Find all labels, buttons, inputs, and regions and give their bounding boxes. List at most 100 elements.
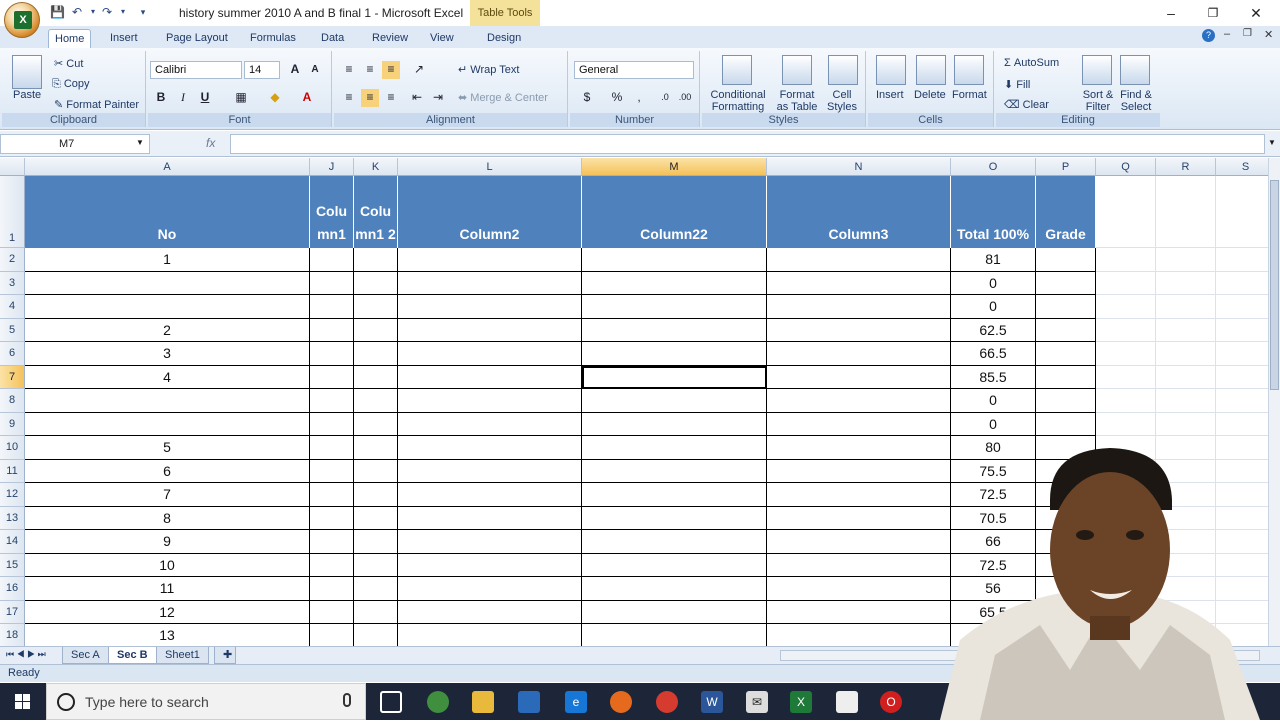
column-header-m[interactable]: M	[582, 158, 767, 176]
ribbon-minimize-icon[interactable]: –	[1224, 28, 1230, 40]
cell-k9[interactable]	[354, 412, 398, 436]
cell-k2[interactable]	[354, 248, 398, 272]
undo-icon[interactable]: ↶	[70, 5, 84, 19]
mail-icon[interactable]: ✉	[746, 691, 768, 713]
cell-j6[interactable]	[310, 342, 354, 366]
name-box[interactable]: M7	[0, 134, 150, 154]
column-header-o[interactable]: O	[951, 158, 1036, 176]
align-center-icon[interactable]: ≡	[361, 89, 379, 107]
cell-o6[interactable]: 66.5	[951, 342, 1036, 366]
format-painter-button[interactable]: ✎ Format Painter	[54, 98, 139, 111]
increase-indent-icon[interactable]: ⇥	[429, 89, 447, 107]
percent-button[interactable]: %	[608, 89, 626, 107]
cell-p5[interactable]	[1036, 318, 1096, 342]
table-header-k[interactable]: Colu mn1 2	[354, 176, 398, 248]
cell-q4[interactable]	[1096, 295, 1156, 319]
cell-j17[interactable]	[310, 600, 354, 624]
table-header-p[interactable]: Grade	[1036, 176, 1096, 248]
delete-cells-icon[interactable]	[916, 55, 946, 85]
cell-j18[interactable]	[310, 624, 354, 646]
cell-s1[interactable]	[1216, 176, 1268, 248]
cell-l9[interactable]	[398, 412, 582, 436]
cell-j8[interactable]	[310, 389, 354, 413]
fill-color-icon[interactable]: ◆	[266, 89, 284, 107]
cell-j10[interactable]	[310, 436, 354, 460]
cell-q8[interactable]	[1096, 389, 1156, 413]
undo-dropdown-icon[interactable]: ▾	[86, 5, 100, 19]
decrease-indent-icon[interactable]: ⇤	[408, 89, 426, 107]
excel-taskbar-icon[interactable]: X	[790, 691, 812, 713]
cell-m13[interactable]	[582, 506, 767, 530]
cell-a2[interactable]: 1	[25, 248, 310, 272]
save-icon[interactable]: 💾	[50, 5, 65, 19]
column-header-r[interactable]: R	[1156, 158, 1216, 176]
row-header-13[interactable]: 13	[0, 506, 25, 530]
cell-s8[interactable]	[1216, 389, 1268, 413]
column-header-k[interactable]: K	[354, 158, 398, 176]
cell-l12[interactable]	[398, 483, 582, 507]
cell-k15[interactable]	[354, 553, 398, 577]
cell-n6[interactable]	[767, 342, 951, 366]
row-header-4[interactable]: 4	[0, 295, 25, 319]
italic-button[interactable]: I	[174, 89, 192, 107]
cell-k11[interactable]	[354, 459, 398, 483]
row-header-9[interactable]: 9	[0, 412, 25, 436]
increase-decimal-icon[interactable]: .0	[656, 89, 674, 107]
close-icon[interactable]: ✕	[1245, 3, 1267, 23]
currency-button[interactable]: $	[578, 89, 596, 107]
bold-button[interactable]: B	[152, 89, 170, 107]
ribbon-restore-icon[interactable]: ❐	[1243, 28, 1252, 39]
cell-r4[interactable]	[1156, 295, 1216, 319]
format-cells-icon[interactable]	[954, 55, 984, 85]
edge-icon[interactable]: e	[565, 691, 587, 713]
cell-styles-button[interactable]: Cell Styles	[822, 89, 862, 113]
name-box-dropdown-icon[interactable]: ▼	[136, 138, 144, 147]
cut-button[interactable]: ✂ Cut	[54, 57, 83, 70]
cell-l2[interactable]	[398, 248, 582, 272]
cell-s9[interactable]	[1216, 413, 1268, 436]
cell-r2[interactable]	[1156, 248, 1216, 272]
cell-n8[interactable]	[767, 389, 951, 413]
formula-input[interactable]	[230, 134, 1265, 154]
cell-j3[interactable]	[310, 271, 354, 295]
cell-r7[interactable]	[1156, 365, 1216, 389]
tab-formulas[interactable]: Formulas	[244, 29, 302, 48]
paste-button[interactable]: Paste	[13, 89, 41, 101]
sheet-tab-sec-b[interactable]: Sec B	[108, 647, 157, 664]
row-header-1[interactable]: 1	[0, 176, 25, 248]
sheet-tab-sheet1[interactable]: Sheet1	[156, 647, 209, 664]
active-cell[interactable]	[582, 365, 767, 389]
cell-l7[interactable]	[398, 365, 582, 389]
cell-o5[interactable]: 62.5	[951, 318, 1036, 342]
table-header-j[interactable]: Colu mn1	[310, 176, 354, 248]
cell-a12[interactable]: 7	[25, 483, 310, 507]
font-size-select[interactable]: 14	[244, 61, 280, 79]
cell-l3[interactable]	[398, 271, 582, 295]
restore-icon[interactable]: ❐	[1202, 3, 1224, 23]
clear-button[interactable]: ⌫ Clear	[1004, 98, 1049, 111]
cell-q7[interactable]	[1096, 365, 1156, 389]
borders-icon[interactable]: ▦	[232, 89, 250, 107]
row-header-11[interactable]: 11	[0, 459, 25, 483]
cell-j16[interactable]	[310, 577, 354, 601]
microphone-icon[interactable]	[343, 693, 351, 707]
tab-review[interactable]: Review	[366, 29, 414, 48]
cell-k5[interactable]	[354, 318, 398, 342]
start-button[interactable]	[0, 683, 46, 720]
cell-s7[interactable]	[1216, 366, 1268, 389]
cell-o8[interactable]: 0	[951, 389, 1036, 413]
cell-l6[interactable]	[398, 342, 582, 366]
cell-j4[interactable]	[310, 295, 354, 319]
cell-p6[interactable]	[1036, 342, 1096, 366]
row-header-7[interactable]: 7	[0, 365, 25, 389]
cell-a15[interactable]: 10	[25, 553, 310, 577]
cell-l13[interactable]	[398, 506, 582, 530]
cell-a10[interactable]: 5	[25, 436, 310, 460]
cell-p9[interactable]	[1036, 412, 1096, 436]
format-as-table-icon[interactable]	[782, 55, 812, 85]
cell-p8[interactable]	[1036, 389, 1096, 413]
column-header-a[interactable]: A	[25, 158, 310, 176]
merge-center-button[interactable]: ⬌ Merge & Center	[458, 91, 548, 104]
shrink-font-icon[interactable]: A	[306, 62, 324, 80]
grow-font-icon[interactable]: A	[286, 61, 304, 79]
